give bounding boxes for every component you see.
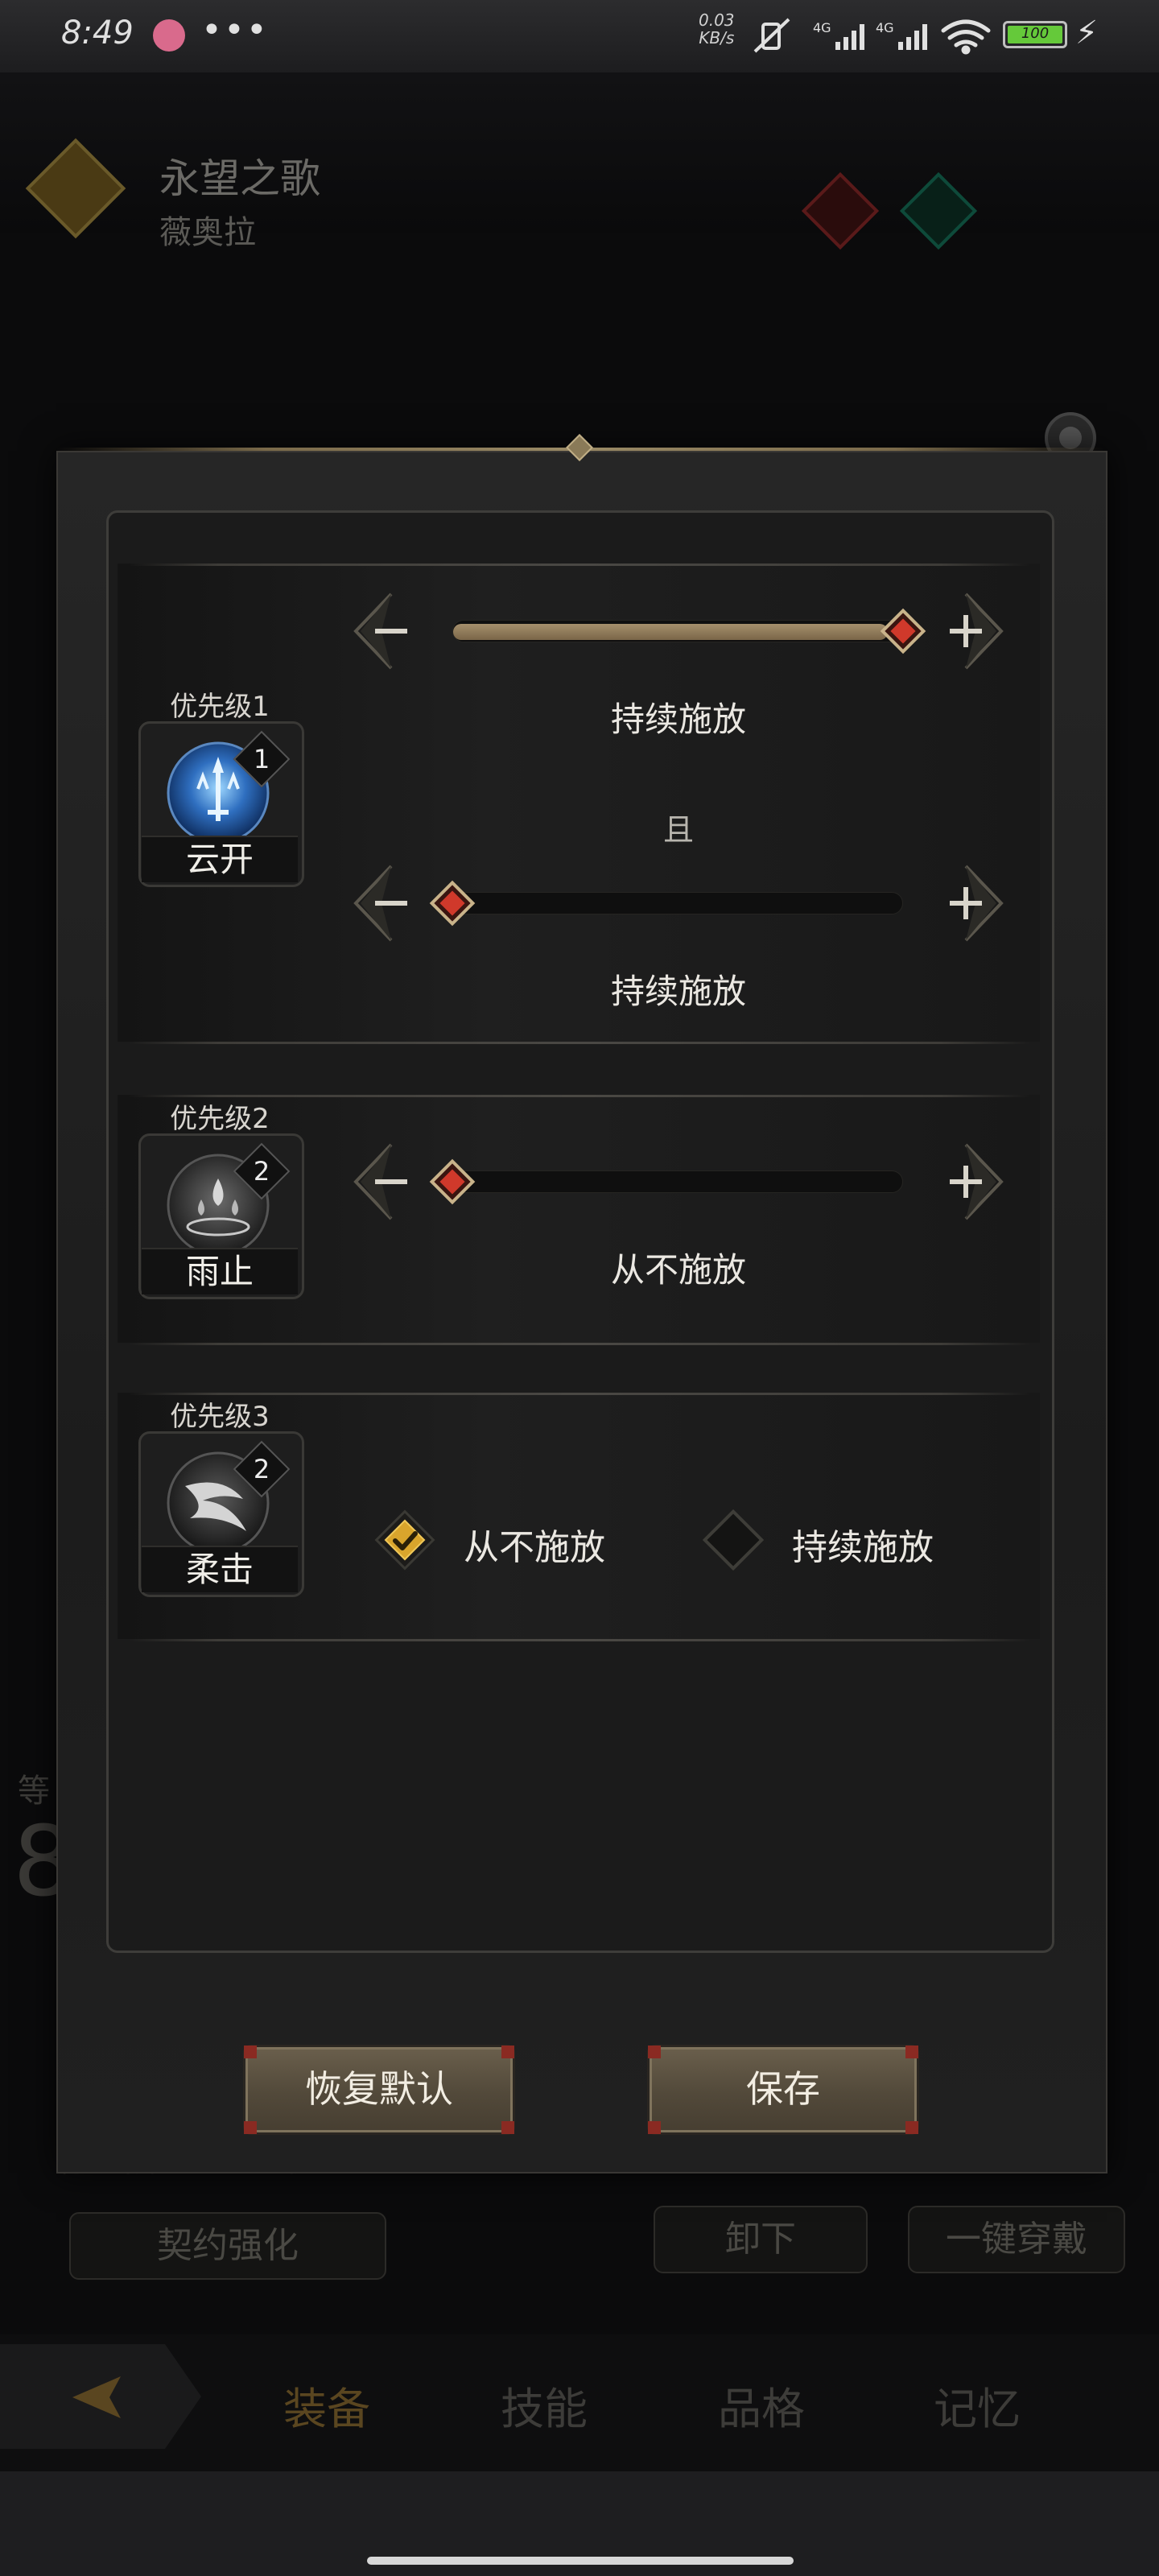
- priority-label: 优先级3: [170, 1401, 270, 1433]
- decrease-button[interactable]: [349, 589, 433, 673]
- condition-caption: 持续施放: [610, 972, 746, 1011]
- checked-checkbox-icon[interactable]: [369, 1504, 441, 1576]
- slider-thumb[interactable]: [879, 607, 927, 655]
- vibrate-off-icon: [753, 18, 790, 53]
- skill-level: 2: [253, 1156, 270, 1187]
- home-indicator[interactable]: [367, 2557, 794, 2565]
- slider-fill: [453, 624, 888, 640]
- tab-traits[interactable]: 品格: [718, 2373, 805, 2437]
- app-notification-icon: [153, 19, 185, 52]
- back-arrow-icon: [72, 2376, 121, 2418]
- condition-caption: 从不施放: [610, 1250, 746, 1290]
- option-never-cast[interactable]: 从不施放: [369, 1504, 634, 1576]
- back-button[interactable]: [0, 2344, 201, 2449]
- save-button[interactable]: 保存: [647, 2045, 919, 2135]
- decrease-button[interactable]: [349, 861, 433, 945]
- skill-level: 1: [253, 744, 270, 774]
- option-always-cast[interactable]: 持续施放: [697, 1504, 963, 1576]
- condition-caption: 持续施放: [610, 700, 746, 739]
- skill-name: 雨止: [142, 1248, 298, 1294]
- unchecked-checkbox-icon[interactable]: [697, 1504, 769, 1576]
- more-notifications-icon: •••: [201, 10, 269, 51]
- charging-icon: ⚡: [1075, 14, 1099, 52]
- status-time: 8:49: [61, 14, 134, 52]
- condition-joiner: 且: [662, 812, 694, 848]
- skill-name: 柔击: [142, 1546, 298, 1592]
- plus-icon: [950, 592, 1004, 670]
- enhance-contract-button[interactable]: 契约强化: [69, 2212, 386, 2280]
- tab-memory[interactable]: 记忆: [934, 2373, 1021, 2437]
- slider-track[interactable]: [452, 1170, 903, 1193]
- equip-all-button[interactable]: 一键穿戴: [908, 2206, 1125, 2273]
- increase-button[interactable]: [924, 1140, 1008, 1224]
- decrease-button[interactable]: [349, 1140, 433, 1224]
- save-label: 保存: [746, 2067, 820, 2111]
- increase-button[interactable]: [924, 589, 1008, 673]
- network-type-2: 4G: [876, 20, 894, 35]
- tab-skills[interactable]: 技能: [501, 2373, 588, 2437]
- minus-icon: [353, 592, 407, 670]
- cell-signal-icon-2: [898, 24, 927, 50]
- slider-track[interactable]: [452, 892, 903, 914]
- slider-thumb[interactable]: [428, 879, 476, 927]
- character-title: 永望之歌: [159, 155, 320, 202]
- network-type-1: 4G: [813, 20, 831, 35]
- skill-card-2[interactable]: 优先级2 2 雨止: [137, 1096, 304, 1299]
- skill-name: 云开: [142, 836, 298, 882]
- priority-label: 优先级2: [170, 1103, 270, 1135]
- level-label: 等: [18, 1773, 50, 1810]
- priority-label: 优先级1: [170, 691, 270, 723]
- battery-icon: 100: [1003, 21, 1067, 48]
- cell-signal-icon-1: [835, 24, 864, 50]
- plus-icon: [950, 865, 1004, 942]
- signal-icons: 4G 4G: [753, 18, 991, 55]
- character-name: 薇奥拉: [159, 214, 256, 251]
- unequip-button[interactable]: 卸下: [654, 2206, 868, 2273]
- status-bar: 8:49 ••• 0.03 KB/s 4G 4G 100 ⚡: [0, 0, 1159, 72]
- reset-default-button[interactable]: 恢复默认: [243, 2045, 515, 2135]
- network-speed: 0.03 KB/s: [699, 10, 735, 47]
- minus-icon: [353, 865, 407, 942]
- condition-slider-2a[interactable]: [349, 1140, 1008, 1224]
- condition-slider-1a[interactable]: [349, 589, 1008, 673]
- plus-icon: [950, 1143, 1004, 1220]
- condition-slider-1b[interactable]: [349, 861, 1008, 945]
- skill-card-1[interactable]: 优先级1 1 云开: [137, 684, 304, 887]
- skill-card-3[interactable]: 优先级3 2 柔击: [137, 1394, 304, 1597]
- tab-equipment[interactable]: 装备: [283, 2373, 370, 2437]
- option-label: 持续施放: [792, 1527, 934, 1568]
- increase-button[interactable]: [924, 861, 1008, 945]
- option-label: 从不施放: [464, 1527, 605, 1568]
- minus-icon: [353, 1143, 407, 1220]
- slider-thumb[interactable]: [428, 1158, 476, 1206]
- skill-level: 2: [253, 1454, 270, 1484]
- reset-default-label: 恢复默认: [305, 2067, 453, 2111]
- wifi-icon: [941, 19, 991, 55]
- slider-track[interactable]: [452, 620, 903, 642]
